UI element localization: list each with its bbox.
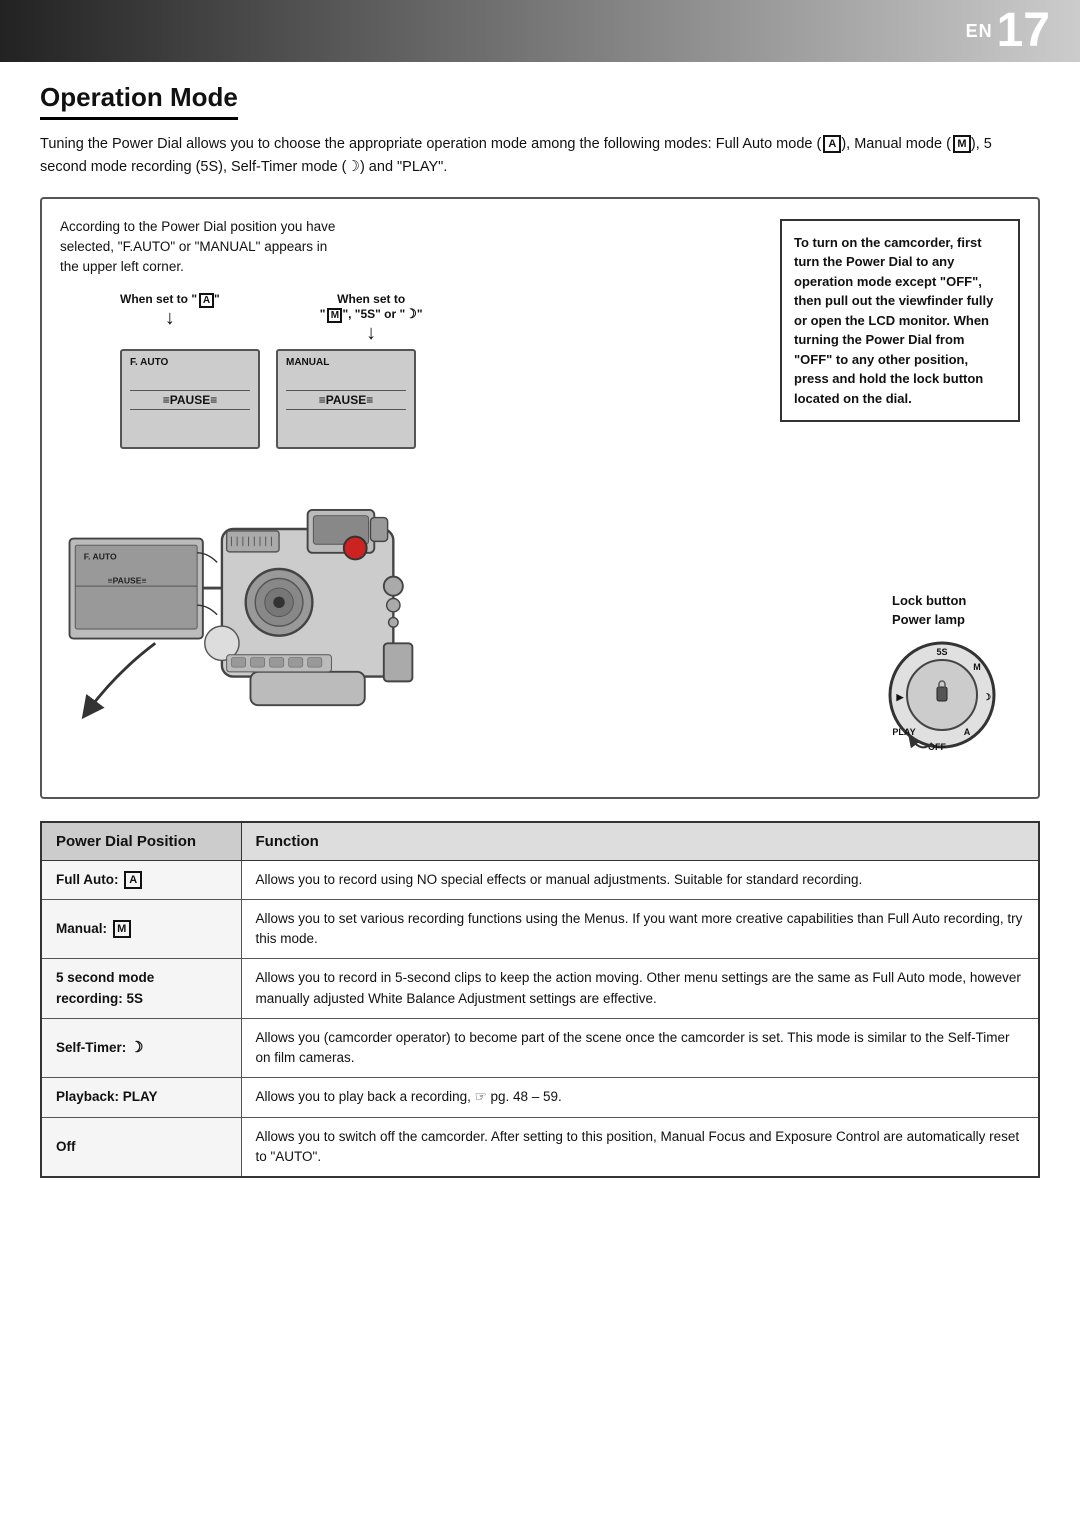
screen2-when: When set to"M", "5S" or "☽" bbox=[320, 292, 423, 321]
camcorder-illustration: F. AUTO ≡PAUSE≡ bbox=[60, 479, 460, 779]
intro-text: Tuning the Power Dial allows you to choo… bbox=[40, 134, 1040, 179]
table-row: 5 second moderecording: 5S Allows you to… bbox=[41, 959, 1039, 1019]
position-selftimer: Self-Timer: ☽ bbox=[41, 1018, 241, 1078]
svg-text:5S: 5S bbox=[936, 647, 947, 657]
function-table: Power Dial Position Function Full Auto: … bbox=[40, 821, 1040, 1179]
section-title: Operation Mode bbox=[40, 82, 238, 120]
position-off: Off bbox=[41, 1117, 241, 1177]
lcd1-mode: F. AUTO bbox=[130, 357, 250, 368]
main-content: Operation Mode Tuning the Power Dial all… bbox=[0, 62, 1080, 1208]
function-selftimer: Allows you (camcorder operator) to becom… bbox=[241, 1018, 1039, 1078]
function-manual: Allows you to set various recording func… bbox=[241, 899, 1039, 959]
lcd-screen-manual: MANUAL ≡PAUSE≡ bbox=[276, 349, 416, 449]
table-row: Self-Timer: ☽ Allows you (camcorder oper… bbox=[41, 1018, 1039, 1078]
screen1-when: When set to "A" bbox=[120, 292, 220, 306]
svg-text:☽: ☽ bbox=[983, 692, 991, 702]
function-play: Allows you to play back a recording, ☞ p… bbox=[241, 1078, 1039, 1117]
screen1-arrow: ↓ bbox=[120, 308, 220, 328]
instruction-text: To turn on the camcorder, first turn the… bbox=[794, 235, 993, 406]
function-5s: Allows you to record in 5-second clips t… bbox=[241, 959, 1039, 1019]
icon-manual-table: M bbox=[113, 920, 131, 938]
svg-text:F. AUTO: F. AUTO bbox=[84, 551, 117, 561]
function-full-auto: Allows you to record using NO special ef… bbox=[241, 860, 1039, 899]
table-row: Manual: M Allows you to set various reco… bbox=[41, 899, 1039, 959]
header-bar: EN 17 bbox=[0, 0, 1080, 62]
power-dial-svg: 5S M ☽ A OFF PLAY ▶ bbox=[882, 635, 1002, 755]
table-row: Off Allows you to switch off the camcord… bbox=[41, 1117, 1039, 1177]
lcd2-mode: MANUAL bbox=[286, 357, 406, 368]
instruction-box: To turn on the camcorder, first turn the… bbox=[780, 219, 1020, 423]
callout-text: According to the Power Dial position you… bbox=[60, 217, 340, 278]
table-header-position: Power Dial Position bbox=[41, 822, 241, 861]
table-header-function: Function bbox=[241, 822, 1039, 861]
table-row: Playback: PLAY Allows you to play back a… bbox=[41, 1078, 1039, 1117]
screen2-arrow: ↓ bbox=[320, 323, 423, 343]
icon-full-auto-table: A bbox=[124, 871, 142, 889]
screen1-label: When set to "A" ↓ bbox=[120, 291, 220, 342]
position-manual: Manual: M bbox=[41, 899, 241, 959]
icon-full-auto: A bbox=[823, 135, 841, 153]
svg-text:M: M bbox=[973, 662, 981, 672]
lcd1-pause: ≡PAUSE≡ bbox=[130, 390, 250, 410]
camcorder-area: F. AUTO ≡PAUSE≡ bbox=[60, 459, 1020, 779]
diagram-box: According to the Power Dial position you… bbox=[40, 197, 1040, 799]
position-play: Playback: PLAY bbox=[41, 1078, 241, 1117]
position-5s: 5 second moderecording: 5S bbox=[41, 959, 241, 1019]
power-lamp-label: Power lamp bbox=[892, 612, 1002, 627]
table-row: Full Auto: A Allows you to record using … bbox=[41, 860, 1039, 899]
svg-text:≡PAUSE≡: ≡PAUSE≡ bbox=[108, 575, 147, 585]
icon-manual: M bbox=[953, 135, 971, 153]
function-off: Allows you to switch off the camcorder. … bbox=[241, 1117, 1039, 1177]
lock-button-label: Lock button bbox=[892, 593, 1002, 608]
svg-text:▶: ▶ bbox=[896, 692, 905, 702]
svg-text:PLAY: PLAY bbox=[892, 727, 915, 737]
position-full-auto: Full Auto: A bbox=[41, 860, 241, 899]
screen2-label: When set to"M", "5S" or "☽" ↓ bbox=[320, 291, 423, 342]
lcd-screen-fauto: F. AUTO ≡PAUSE≡ bbox=[120, 349, 260, 449]
en-label: EN bbox=[966, 21, 993, 42]
page-number: 17 bbox=[997, 7, 1050, 55]
lcd2-pause: ≡PAUSE≡ bbox=[286, 390, 406, 410]
svg-text:A: A bbox=[964, 727, 971, 737]
dial-area: Lock button Power lamp 5S M ☽ A OFF PLAY… bbox=[882, 593, 1002, 759]
